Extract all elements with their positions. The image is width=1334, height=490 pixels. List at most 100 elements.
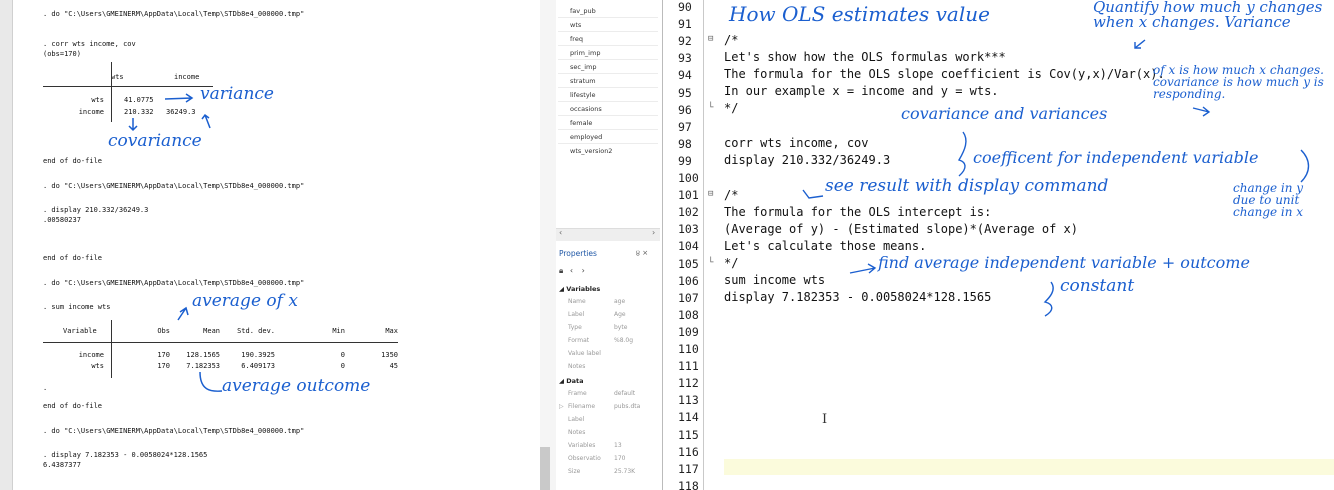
annotation-variance: variance [200,84,274,104]
expand-icon[interactable]: ▷ [559,403,564,410]
annotation-cov-var: covariance and variances [901,104,1108,123]
x-arrow [1134,39,1146,49]
sum-cell: 6.409173 [241,362,275,370]
prop-value: %8.0g [614,337,634,344]
variable-item[interactable]: lifestyle [570,91,596,99]
variable-item[interactable]: prim_imp [570,49,600,57]
sum-cell: 128.1565 [186,351,220,359]
sum-cell: 0 [340,351,345,359]
sum-divider [43,342,398,343]
results-line: 6.4387377 [43,461,81,469]
display-arrow [802,189,824,199]
sum-header: Variable [63,327,97,335]
prop-name: Notes [568,363,586,370]
prop-value: age [614,298,626,305]
results-line: end of do-file [43,402,103,410]
prop-name: Observatio [568,455,601,462]
brace-coef [957,131,967,177]
variable-item[interactable]: wts_version2 [570,147,612,155]
sum-cell: 190.3925 [241,351,275,359]
prop-name: Label [568,311,585,318]
prop-value: byte [614,324,628,331]
section-data[interactable]: ◢ Data [559,377,584,385]
row-separator [558,129,658,130]
results-line: . do "C:\Users\GMEINERM\AppData\Local\Te… [43,279,305,287]
prop-value: default [614,390,636,397]
prop-name: Type [568,324,582,331]
properties-header: Properties ੪ × [556,246,660,262]
annotation-title: How OLS estimates value [729,2,990,26]
properties-toolbar: 🔒︎ ‹ › [559,266,585,276]
prop-name: Variables [568,442,596,449]
section-data-label: Data [566,377,584,385]
sum-vline [111,320,112,378]
variable-item[interactable]: occasions [570,105,602,113]
variance-arrow [164,93,194,103]
sum-cell: 170 [157,351,170,359]
row-separator [558,59,658,60]
forward-icon[interactable]: › [582,266,585,275]
results-line: . do "C:\Users\GMEINERM\AppData\Local\Te… [43,182,305,190]
paren-right [1300,149,1310,183]
variable-item[interactable]: employed [570,133,602,141]
row-separator [558,115,658,116]
annotation-variance-note: of x is how much x changes. covariance i… [1153,63,1324,101]
row-separator [558,101,658,102]
prop-value: 25.73K [614,468,636,475]
properties-title: Properties [559,249,597,258]
results-scrollbar-thumb[interactable] [540,447,550,490]
sum-cell: 1350 [381,351,398,359]
prop-value: pubs.dta [614,403,641,410]
annotation-average-x: average of x [192,291,298,311]
sum-header: Max [385,327,398,335]
prop-value: 13 [614,442,622,449]
variables-hscrollbar[interactable]: ‹ › [556,228,660,241]
variable-item[interactable]: female [570,119,592,127]
text-cursor-icon: I [822,412,828,427]
avg-outcome-hook [199,371,223,392]
prop-name: Label [568,416,585,423]
prop-name: Format [568,337,590,344]
prop-name: Name [568,298,586,305]
scroll-left-icon[interactable]: ‹ [559,228,562,237]
sum-cell: 7.182353 [186,362,220,370]
sum-header: Min [332,327,345,335]
annotation-constant: constant [1060,276,1135,296]
results-line: end of do-file [43,157,103,165]
results-line: . do "C:\Users\GMEINERM\AppData\Local\Te… [43,427,305,435]
variable-item[interactable]: freq [570,35,583,43]
annotation-covariance: covariance [108,131,202,151]
prop-name: Frame [568,390,587,397]
avg-arrow [849,263,877,274]
row-separator [558,73,658,74]
back-icon[interactable]: ‹ [570,266,573,275]
results-line: . sum income wts [43,303,111,311]
annotation-coefficient: coefficent for independent variable [973,148,1259,167]
section-variables-label: Variables [566,285,601,293]
prop-name: Filename [568,403,596,410]
variable-item[interactable]: fav_pub [570,7,596,15]
results-ink [128,93,223,392]
annotation-quantify: Quantify how much y changes when x chang… [1093,0,1323,31]
variables-panel: fav_pub wts freq prim_imp sec_imp stratu… [556,0,663,490]
do-file-editor[interactable]: 90 91 92 93 94 95 96 97 98 99 100 101 102 103 104 105 10… [663,0,1334,490]
annotation-change-in-y: change in y due to unit change in x [1233,181,1304,219]
results-line: end of do-file [43,254,103,262]
lock-icon[interactable]: 🔒︎ [559,266,563,275]
prop-name: Size [568,468,581,475]
scroll-right-icon[interactable]: › [652,228,655,237]
results-line: . [43,384,48,392]
section-variables[interactable]: ◢ Variables [559,285,600,293]
row-separator [558,31,658,32]
splitter[interactable] [540,0,556,490]
variable-item[interactable]: sec_imp [570,63,596,71]
prop-value: 170 [614,455,626,462]
properties-pin-close-icons[interactable]: ੪ × [636,249,648,258]
variable-item[interactable]: stratum [570,77,596,85]
sum-header: Std. dev. [237,327,275,335]
variable-item[interactable]: wts [570,21,581,29]
brace-constant [1043,281,1054,317]
sum-cell: wts [91,362,104,370]
sum-cell: 170 [157,362,170,370]
results-line: . display 210.332/36249.3 [43,206,149,214]
